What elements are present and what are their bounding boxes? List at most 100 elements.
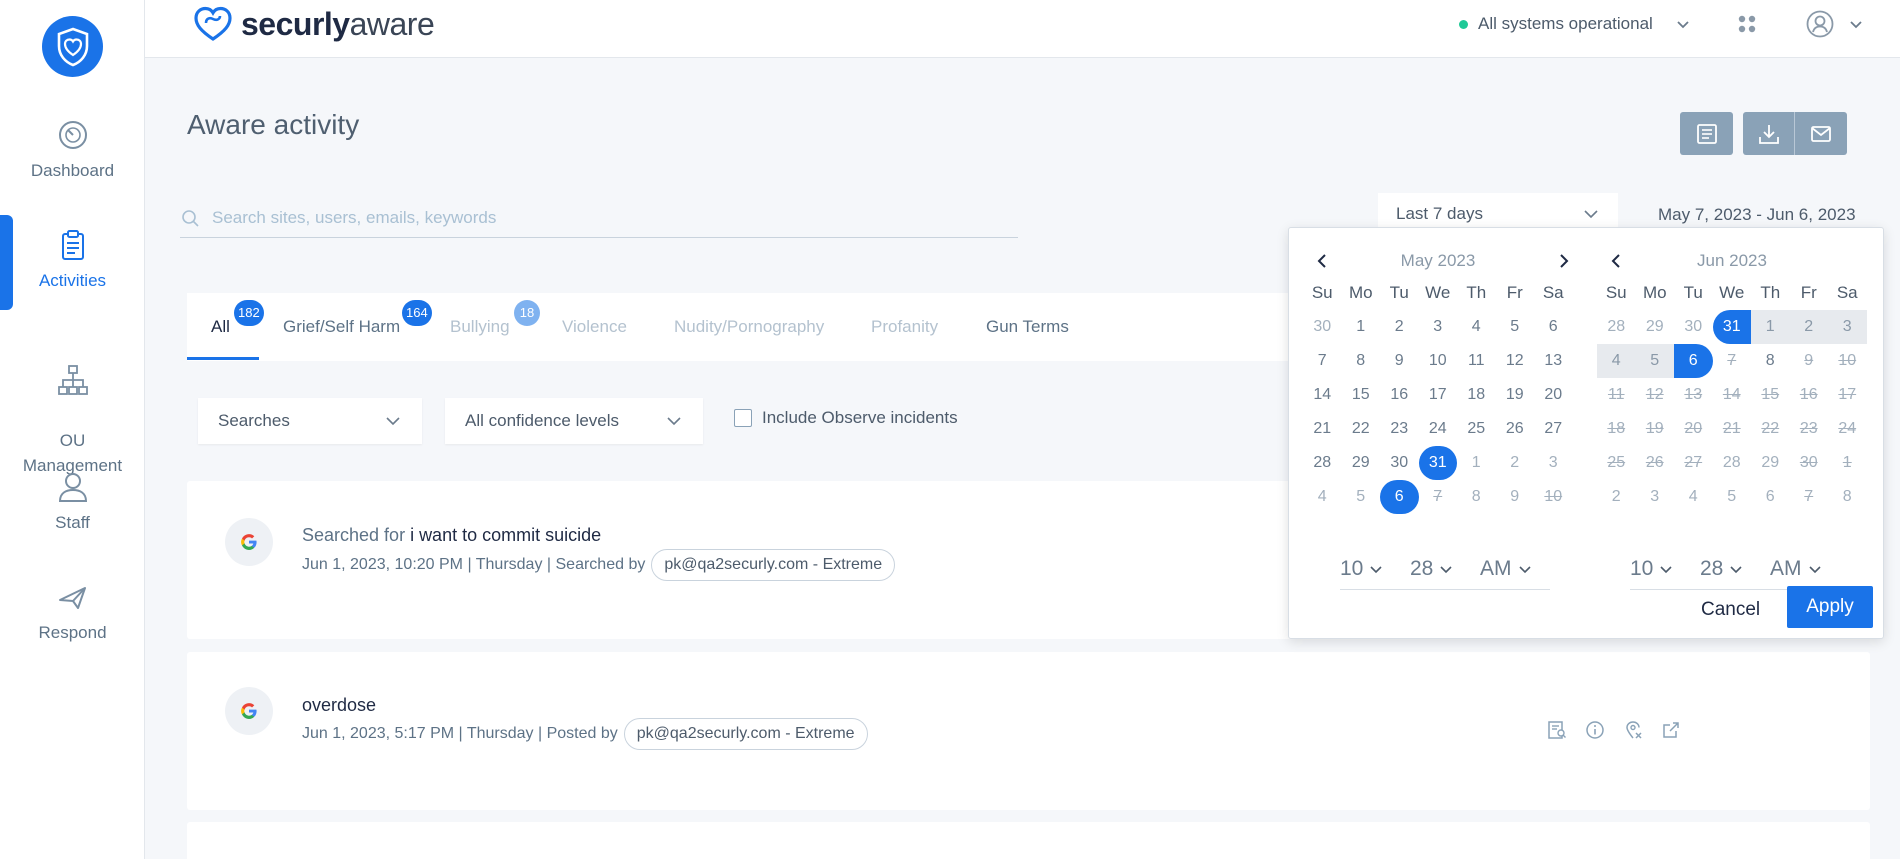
calendar-day[interactable]: 19 — [1496, 378, 1535, 412]
sidebar-item-activities[interactable]: Activities — [0, 228, 145, 293]
calendar-day[interactable]: 2 — [1597, 480, 1636, 514]
calendar-day[interactable]: 4 — [1457, 310, 1496, 344]
chevron-left-icon[interactable] — [1313, 252, 1331, 270]
user-pill[interactable]: pk@qa2securly.com - Extreme — [623, 718, 868, 750]
calendar-day[interactable]: 11 — [1457, 344, 1496, 378]
calendar-day[interactable]: 31 — [1712, 310, 1751, 344]
calendar-day[interactable]: 5 — [1342, 480, 1381, 514]
calendar-day[interactable]: 7 — [1303, 344, 1342, 378]
calendar-day[interactable]: 17 — [1419, 378, 1458, 412]
download-button[interactable] — [1743, 112, 1795, 155]
date-range-display[interactable]: May 7, 2023 - Jun 6, 2023 — [1658, 205, 1856, 225]
calendar-day[interactable]: 5 — [1713, 480, 1752, 514]
tab-nudity-pornography[interactable]: Nudity/Pornography — [674, 293, 824, 361]
tab-grief-self-harm[interactable]: Grief/Self Harm — [283, 293, 400, 361]
calendar-day[interactable]: 3 — [1419, 310, 1458, 344]
calendar-day[interactable]: 28 — [1713, 446, 1752, 480]
end-hour-select[interactable]: 10 — [1630, 557, 1692, 581]
calendar-day[interactable]: 30 — [1380, 446, 1419, 480]
calendar-day[interactable]: 26 — [1496, 412, 1535, 446]
calendar-day[interactable]: 1 — [1751, 310, 1790, 344]
calendar-day[interactable]: 12 — [1496, 344, 1535, 378]
calendar-day[interactable]: 20 — [1534, 378, 1573, 412]
tab-profanity[interactable]: Profanity — [871, 293, 938, 361]
observe-checkbox-box[interactable] — [734, 409, 752, 427]
tab-gun-terms[interactable]: Gun Terms — [986, 293, 1069, 361]
sidebar-item-ou-management[interactable]: OU Management — [0, 338, 145, 478]
calendar-day[interactable]: 2 — [1789, 310, 1828, 344]
calendar-day[interactable]: 10 — [1419, 344, 1458, 378]
calendar-day[interactable]: 3 — [1534, 446, 1573, 480]
calendar-day[interactable]: 16 — [1380, 378, 1419, 412]
calendar-day[interactable]: 18 — [1457, 378, 1496, 412]
calendar-day[interactable]: 8 — [1828, 480, 1867, 514]
calendar-day[interactable]: 2 — [1380, 310, 1419, 344]
calendar-day[interactable]: 25 — [1457, 412, 1496, 446]
tab-bullying[interactable]: Bullying — [450, 293, 510, 361]
calendar-day[interactable]: 6 — [1380, 480, 1419, 514]
calendar-day[interactable]: 8 — [1342, 344, 1381, 378]
system-status[interactable]: All systems operational — [1459, 10, 1691, 38]
calendar-day[interactable]: 3 — [1636, 480, 1675, 514]
info-icon[interactable] — [1585, 720, 1605, 740]
start-ampm-select[interactable]: AM — [1480, 557, 1542, 581]
start-minute-select[interactable]: 28 — [1410, 557, 1472, 581]
calendar-day[interactable]: 5 — [1635, 344, 1674, 378]
calendar-day[interactable]: 30 — [1303, 310, 1342, 344]
report-button[interactable] — [1680, 112, 1733, 155]
calendar-day[interactable]: 1 — [1342, 310, 1381, 344]
calendar-day[interactable]: 23 — [1380, 412, 1419, 446]
securly-shield-logo[interactable] — [42, 16, 103, 77]
calendar-day[interactable]: 4 — [1597, 344, 1636, 378]
calendar-day[interactable]: 14 — [1303, 378, 1342, 412]
end-minute-select[interactable]: 28 — [1700, 557, 1762, 581]
calendar-day[interactable]: 31 — [1418, 446, 1457, 480]
calendar-day[interactable]: 1 — [1457, 446, 1496, 480]
external-link-icon[interactable] — [1661, 720, 1681, 740]
include-observe-checkbox[interactable]: Include Observe incidents — [734, 408, 958, 428]
brand-logo[interactable]: securlyaware — [193, 6, 435, 42]
calendar-day[interactable]: 2 — [1496, 446, 1535, 480]
activity-card[interactable] — [187, 822, 1870, 859]
email-button[interactable] — [1795, 112, 1847, 155]
calendar-day[interactable]: 15 — [1342, 378, 1381, 412]
calendar-day[interactable]: 9 — [1380, 344, 1419, 378]
calendar-day[interactable]: 29 — [1751, 446, 1790, 480]
apply-button[interactable]: Apply — [1787, 586, 1873, 628]
calendar-day[interactable]: 4 — [1674, 480, 1713, 514]
activity-type-dropdown[interactable]: Searches — [198, 398, 422, 444]
calendar-day[interactable]: 4 — [1303, 480, 1342, 514]
sidebar-item-staff[interactable]: Staff — [0, 470, 145, 535]
cancel-button[interactable]: Cancel — [1701, 590, 1760, 630]
calendar-day[interactable]: 29 — [1636, 310, 1675, 344]
calendar-day[interactable]: 22 — [1342, 412, 1381, 446]
calendar-day[interactable]: 28 — [1597, 310, 1636, 344]
start-hour-select[interactable]: 10 — [1340, 557, 1402, 581]
calendar-day[interactable]: 8 — [1751, 344, 1790, 378]
calendar-day[interactable]: 3 — [1828, 310, 1867, 344]
calendar-day[interactable]: 8 — [1457, 480, 1496, 514]
calendar-day[interactable]: 29 — [1342, 446, 1381, 480]
end-ampm-select[interactable]: AM — [1770, 557, 1832, 581]
confidence-level-dropdown[interactable]: All confidence levels — [445, 398, 703, 444]
chevron-left-icon[interactable] — [1607, 252, 1625, 270]
search-input[interactable] — [212, 207, 972, 228]
tab-violence[interactable]: Violence — [562, 293, 627, 361]
user-pill[interactable]: pk@qa2securly.com - Extreme — [651, 549, 896, 581]
calendar-day[interactable]: 24 — [1419, 412, 1458, 446]
calendar-day[interactable]: 27 — [1534, 412, 1573, 446]
tab-all[interactable]: All — [211, 293, 230, 361]
calendar-day[interactable]: 13 — [1534, 344, 1573, 378]
calendar-day[interactable]: 30 — [1674, 310, 1713, 344]
view-details-icon[interactable] — [1547, 720, 1567, 740]
calendar-day[interactable]: 9 — [1496, 480, 1535, 514]
sidebar-item-respond[interactable]: Respond — [0, 580, 145, 645]
calendar-day[interactable]: 5 — [1496, 310, 1535, 344]
location-off-icon[interactable] — [1623, 720, 1643, 740]
apps-grid-button[interactable] — [1737, 14, 1757, 34]
activity-card[interactable]: overdose Jun 1, 2023, 5:17 PM | Thursday… — [187, 652, 1870, 810]
calendar-day[interactable]: 28 — [1303, 446, 1342, 480]
calendar-day[interactable]: 6 — [1751, 480, 1790, 514]
calendar-day[interactable]: 21 — [1303, 412, 1342, 446]
account-menu[interactable] — [1806, 9, 1876, 39]
